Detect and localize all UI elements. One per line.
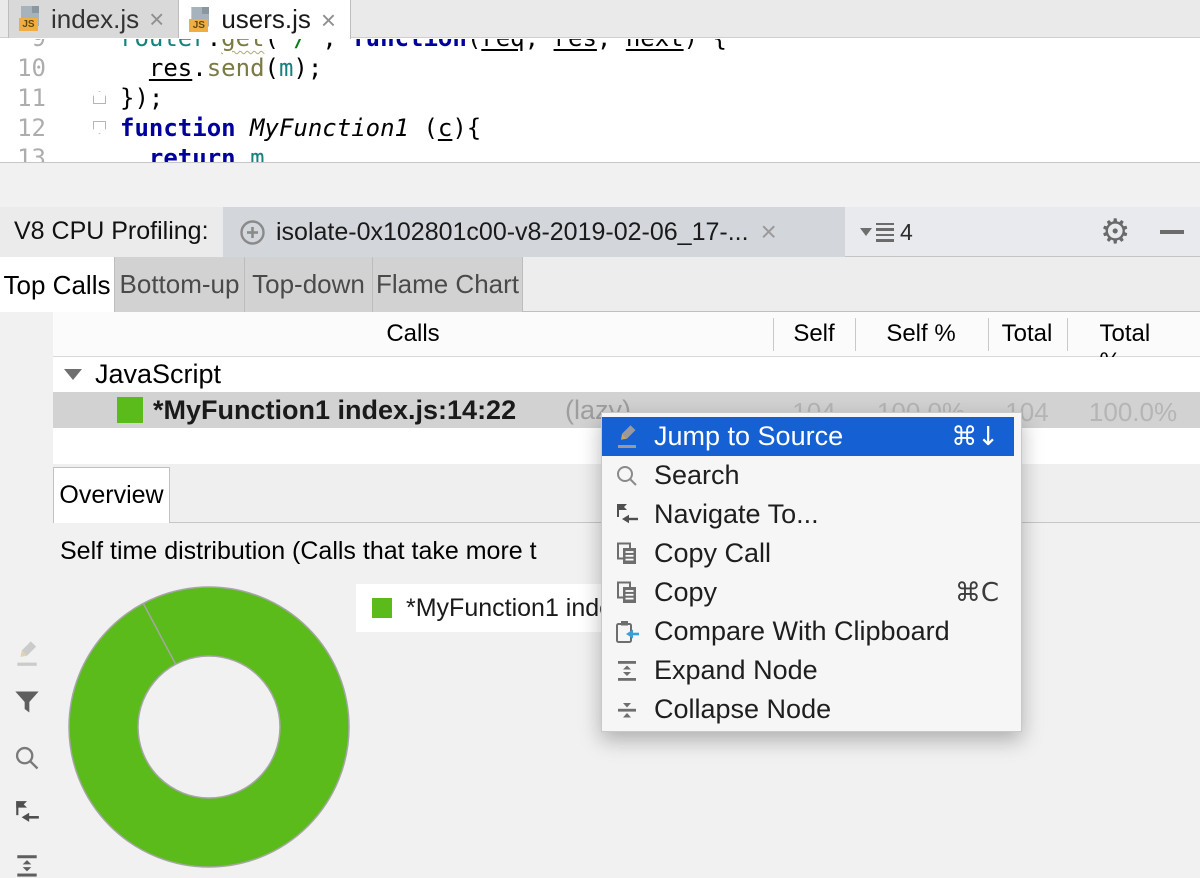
tree-group-row[interactable]: JavaScript bbox=[53, 357, 1200, 392]
editor-tab-users-js[interactable]: JS users.js × bbox=[179, 0, 351, 39]
profiler-toolbar: ? bbox=[0, 312, 53, 878]
context-menu: Jump to Source ⌘↓ Search Navigate To... bbox=[601, 412, 1022, 732]
line-number: 10 bbox=[0, 54, 46, 82]
menu-item-collapse-node[interactable]: Collapse Node bbox=[602, 690, 1021, 729]
column-divider bbox=[1067, 318, 1068, 351]
code-line-9: 9 router.get('/', function(req, res, nex… bbox=[0, 39, 1200, 53]
line-number: 9 bbox=[0, 39, 46, 52]
self-time-donut-chart bbox=[66, 584, 352, 870]
menu-item-copy-call[interactable]: Copy Call bbox=[602, 534, 1021, 573]
menu-item-label: Collapse Node bbox=[654, 694, 831, 725]
copy-icon bbox=[614, 580, 640, 606]
column-header-self-pct[interactable]: Self % bbox=[886, 320, 955, 348]
editor-panel-divider bbox=[0, 162, 1200, 207]
menu-item-label: Jump to Source bbox=[654, 421, 843, 452]
menu-shortcut: ⌘C bbox=[955, 578, 999, 608]
profiler-header: V8 CPU Profiling: isolate-0x102801c00-v8… bbox=[0, 207, 1200, 257]
close-icon[interactable]: × bbox=[759, 219, 779, 245]
js-file-icon: JS bbox=[189, 7, 213, 33]
edit-source-icon[interactable] bbox=[13, 640, 41, 668]
menu-item-search[interactable]: Search bbox=[602, 456, 1021, 495]
cell-total-pct: 100.0% bbox=[1089, 397, 1177, 428]
collapse-icon bbox=[614, 697, 640, 723]
menu-item-label: Copy bbox=[654, 577, 717, 608]
js-file-icon: JS bbox=[19, 6, 43, 32]
list-icon bbox=[876, 223, 894, 242]
navigate-icon bbox=[614, 502, 640, 528]
column-header-total[interactable]: Total bbox=[1002, 320, 1053, 348]
edit-source-icon bbox=[614, 424, 640, 450]
tree-group-label: JavaScript bbox=[95, 359, 221, 390]
editor-tab-label: users.js bbox=[221, 4, 311, 35]
history-dropdown[interactable]: 4 bbox=[860, 207, 913, 257]
expand-all-icon[interactable] bbox=[13, 852, 41, 878]
editor-tab-index-js[interactable]: JS index.js × bbox=[8, 0, 179, 38]
legend-label: *MyFunction1 index.js:14:22 bbox=[406, 594, 602, 623]
tab-overview[interactable]: Overview bbox=[53, 467, 170, 523]
calls-table-header: Calls Self Self % Total Total % bbox=[0, 312, 1200, 357]
chart-legend: *MyFunction1 index.js:14:22 bbox=[356, 584, 602, 632]
chart-title: Self time distribution (Calls that take … bbox=[60, 537, 601, 566]
compare-clipboard-icon bbox=[614, 619, 640, 645]
chevron-down-icon bbox=[860, 228, 872, 236]
profiler-title: V8 CPU Profiling: bbox=[0, 207, 223, 257]
menu-item-label: Compare With Clipboard bbox=[654, 616, 950, 647]
fold-marker-icon[interactable] bbox=[93, 91, 106, 104]
function-name: *MyFunction1 index.js:14:22 bbox=[153, 395, 516, 426]
expand-icon bbox=[614, 658, 640, 684]
fold-marker-icon[interactable] bbox=[93, 121, 106, 134]
column-divider bbox=[855, 318, 856, 351]
session-tab-label: isolate-0x102801c00-v8-2019-02-06_17-... bbox=[276, 218, 749, 247]
line-number: 12 bbox=[0, 114, 46, 142]
close-icon[interactable]: × bbox=[319, 7, 338, 33]
navigate-to-icon[interactable] bbox=[13, 799, 41, 827]
close-icon[interactable]: × bbox=[147, 6, 166, 32]
code-editor[interactable]: 9 router.get('/', function(req, res, nex… bbox=[0, 39, 1200, 162]
column-divider bbox=[988, 318, 989, 351]
tab-top-down[interactable]: Top-down bbox=[245, 257, 373, 312]
menu-item-navigate-to[interactable]: Navigate To... bbox=[602, 495, 1021, 534]
copy-icon bbox=[614, 541, 640, 567]
column-divider bbox=[773, 318, 774, 351]
filter-icon[interactable] bbox=[13, 688, 41, 716]
tab-bottom-up[interactable]: Bottom-up bbox=[115, 257, 245, 312]
gear-icon[interactable]: ⚙ bbox=[1100, 214, 1130, 250]
menu-item-expand-node[interactable]: Expand Node bbox=[602, 651, 1021, 690]
profiler-view-tabs: Top Calls Bottom-up Top-down Flame Chart bbox=[0, 257, 1200, 312]
menu-item-jump-to-source[interactable]: Jump to Source ⌘↓ bbox=[602, 417, 1014, 456]
function-color-swatch bbox=[117, 397, 143, 423]
editor-tab-label: index.js bbox=[51, 4, 139, 35]
search-icon bbox=[614, 463, 640, 489]
menu-item-label: Search bbox=[654, 460, 740, 491]
ide-window: JS index.js × JS users.js × 9 router.get… bbox=[0, 0, 1200, 878]
editor-tab-bar: JS index.js × JS users.js × bbox=[0, 0, 1200, 38]
code-line-10: 10 res.send(m); bbox=[0, 53, 1200, 83]
tab-flame-chart[interactable]: Flame Chart bbox=[373, 257, 523, 312]
tab-top-calls[interactable]: Top Calls bbox=[0, 257, 115, 313]
menu-item-copy[interactable]: Copy ⌘C bbox=[602, 573, 1021, 612]
legend-color-swatch bbox=[372, 598, 392, 618]
pin-plus-icon bbox=[239, 219, 266, 246]
hide-panel-icon[interactable] bbox=[1160, 230, 1184, 234]
search-icon[interactable] bbox=[13, 744, 41, 772]
menu-shortcut: ⌘↓ bbox=[951, 422, 999, 452]
code-line-12: 12 function MyFunction1 (c){ bbox=[0, 113, 1200, 143]
line-number: 11 bbox=[0, 84, 46, 112]
column-header-self[interactable]: Self bbox=[793, 320, 834, 348]
code-line-11: 11 }); bbox=[0, 83, 1200, 113]
menu-item-label: Expand Node bbox=[654, 655, 818, 686]
menu-item-label: Navigate To... bbox=[654, 499, 819, 530]
menu-item-compare-with-clipboard[interactable]: Compare With Clipboard bbox=[602, 612, 1021, 651]
profiler-session-tab[interactable]: isolate-0x102801c00-v8-2019-02-06_17-...… bbox=[223, 207, 845, 257]
history-count: 4 bbox=[900, 219, 913, 246]
menu-item-label: Copy Call bbox=[654, 538, 771, 569]
expand-triangle-icon[interactable] bbox=[64, 369, 82, 380]
code-line-13: 13 return m bbox=[0, 143, 1200, 162]
line-number: 13 bbox=[0, 144, 46, 162]
column-header-calls[interactable]: Calls bbox=[386, 320, 439, 348]
